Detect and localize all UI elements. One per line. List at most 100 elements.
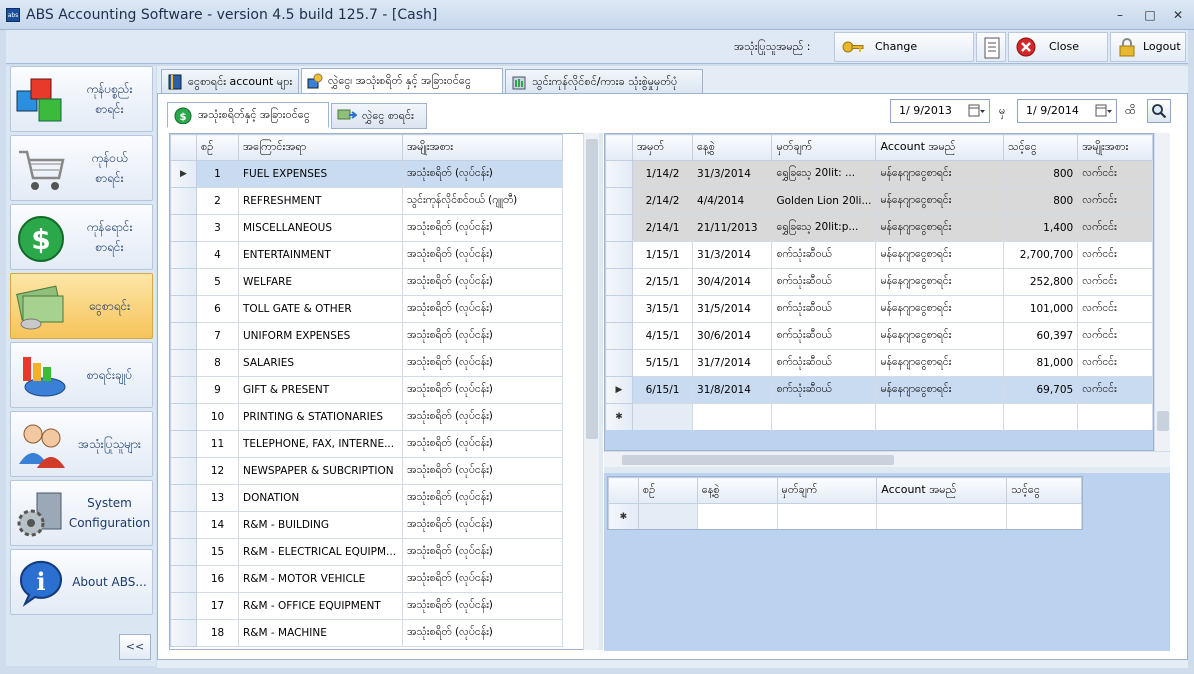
row-selector[interactable] xyxy=(170,457,197,485)
row-selector[interactable] xyxy=(170,241,197,269)
voucher-note[interactable]: ရွှေခြသေ့ 20lit:p... xyxy=(771,214,877,242)
voucher-number[interactable]: 2/14/1 xyxy=(631,214,694,242)
column-header[interactable]: နေ့စွဲ xyxy=(692,134,773,161)
payment-type[interactable]: လက်ငင်း xyxy=(1077,376,1153,404)
column-header[interactable]: Account အမည် xyxy=(876,477,1008,504)
payment-type[interactable]: လက်ငင်း xyxy=(1077,349,1153,377)
tab-cash-accounts[interactable]: ငွေစာရင်း account များ xyxy=(161,69,299,95)
row-selector[interactable] xyxy=(605,214,633,242)
row-selector[interactable]: ▶ xyxy=(170,160,197,188)
row-selector[interactable] xyxy=(605,295,633,323)
table-row[interactable]: 1/14/2 31/3/2014 ရွှေခြသေ့ 20lit: ... မန်နေ… xyxy=(605,160,1153,188)
table-row[interactable]: ▶ 6/15/1 31/8/2014 စက်သုံးဆီဝယ် မန်နေဂျာငွေစ… xyxy=(605,376,1153,404)
tab-import-license[interactable]: သွင်းကုန်လိုင်စင်/ကားခ သုံးစွဲမှုမှတ်ပုံ xyxy=(505,69,703,95)
voucher-number[interactable]: 1/14/2 xyxy=(631,160,694,188)
logout-button[interactable]: Logout xyxy=(1110,32,1186,62)
account-name[interactable]: မန်နေဂျာငွေစာရင်း xyxy=(875,241,1004,269)
table-row[interactable]: 17 R&M - OFFICE EQUIPMENT အသုံးစရိတ် (လုပ်… xyxy=(170,592,563,620)
row-number[interactable]: 11 xyxy=(196,430,239,458)
voucher-note[interactable]: စက်သုံးဆီဝယ် xyxy=(771,241,877,269)
table-row[interactable]: 4 ENTERTAINMENT အသုံးစရိတ် (လုပ်ငန်း) xyxy=(170,241,563,269)
sidebar-item-inventory[interactable]: ကုန်ပစ္စည်း စာရင်း xyxy=(10,66,153,132)
category-name[interactable]: UNIFORM EXPENSES xyxy=(238,322,403,350)
category-name[interactable]: SALARIES xyxy=(238,349,403,377)
category-type[interactable]: အသုံးစရိတ် (လုပ်ငန်း) xyxy=(402,565,563,593)
voucher-date[interactable]: 31/7/2014 xyxy=(692,349,773,377)
category-name[interactable]: R&M - MOTOR VEHICLE xyxy=(238,565,403,593)
grid-cell[interactable] xyxy=(776,503,878,529)
table-row[interactable]: 5/15/1 31/7/2014 စက်သုံးဆီဝယ် မန်နေဂျာငွေစာ… xyxy=(605,349,1153,377)
row-selector[interactable] xyxy=(170,322,197,350)
payment-type[interactable]: လက်ငင်း xyxy=(1077,214,1153,242)
column-header[interactable]: အကြောင်းအရာ xyxy=(238,134,403,161)
category-name[interactable]: R&M - BUILDING xyxy=(238,511,403,539)
table-row[interactable]: 11 TELEPHONE, FAX, INTERNE... အသုံးစရိတ် (… xyxy=(170,430,563,458)
payment-type[interactable]: လက်ငင်း xyxy=(1077,322,1153,350)
row-selector[interactable] xyxy=(170,268,197,296)
row-number[interactable]: 15 xyxy=(196,538,239,566)
account-name[interactable]: မန်နေဂျာငွေစာရင်း xyxy=(875,214,1004,242)
table-row[interactable]: 16 R&M - MOTOR VEHICLE အသုံးစရိတ် (လုပ်ငန်… xyxy=(170,565,563,593)
category-type[interactable]: အသုံးစရိတ် (လုပ်ငန်း) xyxy=(402,403,563,431)
table-row[interactable]: 14 R&M - BUILDING အသုံးစရိတ် (လုပ်ငန်း) xyxy=(170,511,563,539)
voucher-date[interactable]: 4/4/2014 xyxy=(692,187,773,215)
grid-cell[interactable] xyxy=(696,503,778,529)
right-grid-hscrollbar[interactable] xyxy=(604,451,1170,467)
account-name[interactable]: မန်နေဂျာငွေစာရင်း xyxy=(875,187,1004,215)
row-selector[interactable] xyxy=(605,241,633,269)
table-row[interactable]: 18 R&M - MACHINE အသုံးစရိတ် (လုပ်ငန်း) xyxy=(170,619,563,647)
tab-transfers-expenses[interactable]: လွှဲငွေ၊ အသုံးစရိတ် နှင့် အခြားဝင်ငွေ xyxy=(301,68,503,95)
column-header[interactable]: နေ့စွဲ xyxy=(696,477,778,504)
payment-type[interactable]: လက်ငင်း xyxy=(1077,160,1153,188)
column-header[interactable]: စဉ် xyxy=(196,134,239,161)
table-row[interactable]: 7 UNIFORM EXPENSES အသုံးစရိတ် (လုပ်ငန်း) xyxy=(170,322,563,350)
category-name[interactable]: WELFARE xyxy=(238,268,403,296)
voucher-date[interactable]: 30/4/2014 xyxy=(692,268,773,296)
table-row[interactable]: 5 WELFARE အသုံးစရိတ် (လုပ်ငန်း) xyxy=(170,268,563,296)
scroll-thumb[interactable] xyxy=(622,455,894,465)
category-type[interactable]: အသုံးစရိတ် (လုပ်ငန်း) xyxy=(402,241,563,269)
column-header[interactable]: အမှတ် xyxy=(631,134,694,161)
category-type[interactable]: အသုံးစရိတ် (လုပ်ငန်း) xyxy=(402,538,563,566)
row-number[interactable]: 9 xyxy=(196,376,239,404)
row-selector[interactable] xyxy=(170,538,197,566)
account-name[interactable]: မန်နေဂျာငွေစာရင်း xyxy=(875,268,1004,296)
column-header[interactable]: မှတ်ချက် xyxy=(776,477,878,504)
grid-cell[interactable] xyxy=(771,403,877,431)
table-row[interactable]: 2/14/2 4/4/2014 Golden Lion 20li... မန်နေဂျ… xyxy=(605,187,1153,215)
scroll-thumb[interactable] xyxy=(1157,411,1169,431)
scroll-thumb[interactable] xyxy=(586,139,598,439)
sidebar-item-purchase[interactable]: ကုန်ဝယ် စာရင်း xyxy=(10,135,153,201)
subtab-transfers[interactable]: လွှဲငွေ စာရင်း xyxy=(331,103,427,129)
row-number[interactable]: 17 xyxy=(196,592,239,620)
category-name[interactable]: R&M - OFFICE EQUIPMENT xyxy=(238,592,403,620)
row-selector[interactable]: ▶ xyxy=(605,376,633,404)
amount[interactable]: 81,000 xyxy=(1002,349,1079,377)
grid-cell[interactable] xyxy=(1002,403,1079,431)
voucher-note[interactable]: စက်သုံးဆီဝယ် xyxy=(771,268,877,296)
voucher-number[interactable]: 1/15/1 xyxy=(631,241,694,269)
column-header[interactable]: အမျိုးအစား xyxy=(1077,134,1153,161)
category-name[interactable]: PRINTING & STATIONARIES xyxy=(238,403,403,431)
row-selector[interactable] xyxy=(605,322,633,350)
category-name[interactable]: GIFT & PRESENT xyxy=(238,376,403,404)
category-name[interactable]: ENTERTAINMENT xyxy=(238,241,403,269)
column-header[interactable]: စဉ် xyxy=(637,477,698,504)
row-number[interactable]: 16 xyxy=(196,565,239,593)
voucher-note[interactable]: စက်သုံးဆီဝယ် xyxy=(771,322,877,350)
row-selector[interactable] xyxy=(170,349,197,377)
amount[interactable]: 252,800 xyxy=(1002,268,1079,296)
row-selector[interactable] xyxy=(605,268,633,296)
category-name[interactable]: MISCELLANEOUS xyxy=(238,214,403,242)
category-name[interactable]: R&M - ELECTRICAL EQUIPM... xyxy=(238,538,403,566)
row-number[interactable]: 14 xyxy=(196,511,239,539)
vertical-splitter[interactable] xyxy=(599,133,603,650)
new-row[interactable]: ✱ xyxy=(605,403,1153,431)
voucher-date[interactable]: 31/3/2014 xyxy=(692,241,773,269)
maximize-button[interactable]: □ xyxy=(1140,6,1160,24)
category-type[interactable]: အသုံးစရိတ် (လုပ်ငန်း) xyxy=(402,484,563,512)
row-number[interactable]: 8 xyxy=(196,349,239,377)
voucher-date[interactable]: 31/8/2014 xyxy=(692,376,773,404)
row-number[interactable]: 6 xyxy=(196,295,239,323)
voucher-note[interactable]: ရွှေခြသေ့ 20lit: ... xyxy=(771,160,877,188)
